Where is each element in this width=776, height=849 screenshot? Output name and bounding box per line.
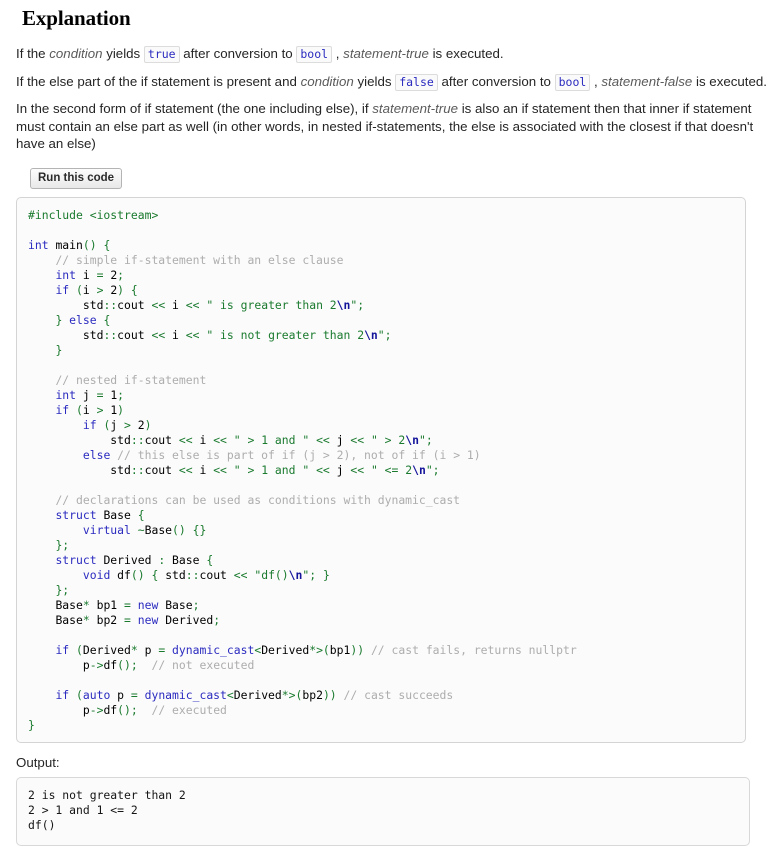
p2-em-condition: condition bbox=[300, 73, 354, 89]
p2-text-3: after conversion to bbox=[437, 73, 555, 89]
output-label: Output: bbox=[16, 754, 60, 770]
explanation-page: Explanation If the condition yields true… bbox=[0, 6, 776, 846]
program-output: 2 is not greater than 2 2 > 1 and 1 <= 2… bbox=[28, 787, 186, 832]
p1-text-4: , bbox=[332, 46, 344, 61]
p3-em-statement-true: statement-true bbox=[372, 101, 458, 116]
page-title: Explanation bbox=[22, 6, 131, 30]
inline-code-true: true bbox=[143, 46, 180, 63]
p2-text-5: is executed. bbox=[692, 73, 767, 89]
run-this-code-button[interactable]: Run this code bbox=[30, 167, 123, 189]
inline-code-bool-2: bool bbox=[554, 73, 591, 91]
p2-text-1: If the else part of the if statement is … bbox=[16, 73, 301, 89]
p1-em-condition: condition bbox=[49, 46, 103, 61]
inline-code-bool: bool bbox=[296, 46, 333, 63]
p1-text-1: If the bbox=[16, 46, 50, 61]
run-button-container: Run this code bbox=[30, 167, 768, 189]
p1-text-3: after conversion to bbox=[179, 46, 297, 61]
code-example-box: #include <iostream> int main() { // simp… bbox=[16, 196, 746, 743]
output-box: 2 is not greater than 2 2 > 1 and 1 <= 2… bbox=[16, 776, 750, 846]
p1-em-statement-true: statement-true bbox=[343, 46, 429, 61]
paragraph-condition-false: If the else part of the if statement is … bbox=[16, 73, 768, 91]
p3-text-1: In the second form of if statement (the … bbox=[16, 101, 373, 116]
p2-text-2: yields bbox=[353, 73, 396, 89]
p2-em-statement-false: statement-false bbox=[601, 73, 693, 89]
inline-code-false: false bbox=[395, 73, 438, 91]
p1-text-5: is executed. bbox=[428, 46, 504, 61]
p1-text-2: yields bbox=[102, 46, 144, 61]
paragraph-condition-true: If the condition yields true after conve… bbox=[16, 45, 768, 63]
p2-text-4: , bbox=[590, 73, 602, 89]
paragraph-nested-else: In the second form of if statement (the … bbox=[16, 100, 768, 153]
code-example[interactable]: #include <iostream> int main() { // simp… bbox=[28, 208, 735, 733]
